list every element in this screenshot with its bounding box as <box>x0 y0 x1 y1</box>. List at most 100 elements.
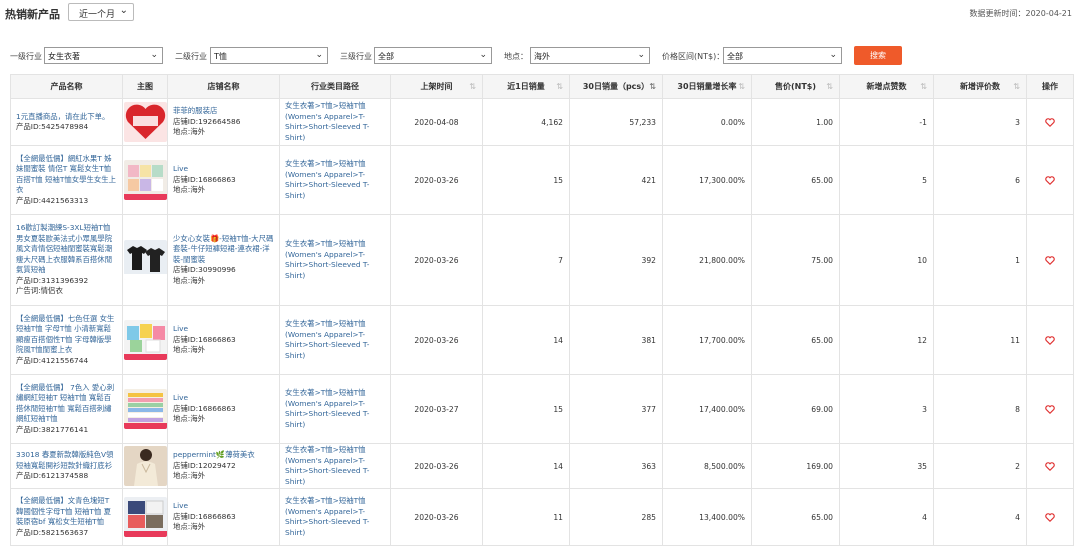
location-select[interactable]: 海外 ⌄ <box>530 47 650 64</box>
heart-icon[interactable] <box>1045 255 1055 265</box>
level3-label: 三级行业 <box>340 52 372 61</box>
sales-30d: 363 <box>641 461 657 471</box>
page-title: 热销新产品 <box>5 8 60 21</box>
period-select[interactable]: 近一个月 ⌄ <box>68 3 134 21</box>
col-header-label: 近1日销量 <box>507 82 545 91</box>
category-cell: 女生衣著>T恤>短袖T恤 (Women's Apparel>T-Shirt>Sh… <box>280 375 391 443</box>
category-path-link[interactable]: 女生衣著>T恤>短袖T恤 (Women's Apparel>T-Shirt>Sh… <box>285 388 385 430</box>
sales-growth: 21,800.00% <box>699 255 745 265</box>
category-cell: 女生衣著>T恤>短袖T恤 (Women's Apparel>T-Shirt>Sh… <box>280 306 391 374</box>
sort-icon[interactable]: ⇅ <box>738 75 745 98</box>
product-id: 产品ID:4421563313 <box>16 195 89 205</box>
col-header-growth[interactable]: 30日销量增长率 ⇅ <box>663 75 752 98</box>
product-name-link[interactable]: 【全網最低價】 7色入 愛心刺繡網紅短袖T 短袖T恤 寬鬆百搭休閒短袖T恤 寬鬆… <box>16 383 117 425</box>
sort-icon[interactable]: ⇅ <box>920 75 927 98</box>
product-name-link[interactable]: 16歡訂製潮練S-3XL短袖T恤 男女夏裝歐美法式小眾風學院風文青情侶短袖閨蜜裝… <box>16 223 117 276</box>
store-name-link[interactable]: Live <box>173 324 274 335</box>
store-name-link[interactable]: Live <box>173 393 274 404</box>
col-header-price[interactable]: 售价(NT$) ⇅ <box>752 75 840 98</box>
category-path-link[interactable]: 女生衣著>T恤>短袖T恤 (Women's Apparel>T-Shirt>Sh… <box>285 496 385 538</box>
chevron-down-icon: ⌄ <box>479 50 487 60</box>
product-thumbnail[interactable] <box>124 102 167 142</box>
table-row: 【全網最低價】文青色塊短T 韓國個性字母T恤 短袖T恤 夏裝原宿bf 寬松女生短… <box>11 489 1074 546</box>
level1-select[interactable]: 女生衣著 ⌄ <box>44 47 163 64</box>
col-header-label: 30日销量增长率 <box>677 82 737 91</box>
store-id: 店铺ID:16866863 <box>173 174 236 184</box>
filter-bar: 一级行业 女生衣著 ⌄ 二级行业 T恤 ⌄ 三级行业 全部 ⌄ 地点： 海外 ⌄… <box>0 45 1080 67</box>
thumbnail-cell <box>123 99 168 145</box>
price-cell: 75.00 <box>752 215 840 305</box>
level2-select[interactable]: T恤 ⌄ <box>210 47 328 64</box>
category-path-link[interactable]: 女生衣著>T恤>短袖T恤 (Women's Apparel>T-Shirt>Sh… <box>285 159 385 201</box>
col-header-sales-1d[interactable]: 近1日销量 ⇅ <box>483 75 570 98</box>
col-header-likes[interactable]: 新增点赞数 ⇅ <box>840 75 934 98</box>
product-name-link[interactable]: 33018 春夏新款韓版純色V領短袖寬鬆開衫短款針織打底衫 <box>16 450 117 471</box>
product-name-cell: 【全網最低價】文青色塊短T 韓國個性字母T恤 短袖T恤 夏裝原宿bf 寬松女生短… <box>11 489 123 545</box>
chevron-down-icon: ⌄ <box>637 50 645 60</box>
new-reviews: 8 <box>1015 404 1020 414</box>
sort-icon[interactable]: ⇅ <box>1013 75 1020 98</box>
sales-growth: 0.00% <box>720 117 745 127</box>
category-cell: 女生衣著>T恤>短袖T恤 (Women's Apparel>T-Shirt>Sh… <box>280 215 391 305</box>
product-name-link[interactable]: 【全網最低價】文青色塊短T 韓國個性字母T恤 短袖T恤 夏裝原宿bf 寬松女生短… <box>16 496 117 528</box>
sales-growth: 17,300.00% <box>699 175 745 185</box>
reviews-cell: 6 <box>934 146 1027 214</box>
store-name-link[interactable]: peppermint🌿薄荷美衣 <box>173 450 274 461</box>
category-path-link[interactable]: 女生衣著>T恤>短袖T恤 (Women's Apparel>T-Shirt>Sh… <box>285 319 385 361</box>
heart-icon[interactable] <box>1045 512 1055 522</box>
product-name-link[interactable]: 1元直播商品，请在此下单。 <box>16 112 117 123</box>
level1-label: 一级行业 <box>10 52 42 61</box>
action-cell <box>1027 215 1074 305</box>
sort-icon[interactable]: ⇅ <box>826 75 833 98</box>
date-cell: 2020-03-26 <box>391 444 483 488</box>
sort-icon[interactable]: ⇅ <box>469 75 476 98</box>
price-select[interactable]: 全部 ⌄ <box>723 47 842 64</box>
category-path-link[interactable]: 女生衣著>T恤>短袖T恤 (Women's Apparel>T-Shirt>Sh… <box>285 445 385 487</box>
product-name-link[interactable]: 【全網最低價】網紅水果T 姊妹閨蜜裝 情侶T 寬鬆女生T恤 百搭T恤 短袖T恤女… <box>16 154 117 196</box>
reviews-cell: 4 <box>934 489 1027 545</box>
heart-icon[interactable] <box>1045 461 1055 471</box>
action-cell <box>1027 375 1074 443</box>
price-value: 69.00 <box>811 404 833 414</box>
col-header-reviews[interactable]: 新增评价数 ⇅ <box>934 75 1027 98</box>
likes-cell: 10 <box>840 215 934 305</box>
store-name-link[interactable]: 菲菲的服装店 <box>173 106 274 117</box>
action-cell <box>1027 444 1074 488</box>
heart-icon[interactable] <box>1045 404 1055 414</box>
product-thumbnail[interactable] <box>124 240 167 280</box>
level2-value: T恤 <box>214 52 227 61</box>
growth-cell: 17,700.00% <box>663 306 752 374</box>
col-header-date[interactable]: 上架时间 ⇅ <box>391 75 483 98</box>
category-path-link[interactable]: 女生衣著>T恤>短袖T恤 (Women's Apparel>T-Shirt>Sh… <box>285 239 385 281</box>
price-value: 1.00 <box>816 117 833 127</box>
sales-30d: 285 <box>641 512 657 522</box>
product-thumbnail[interactable] <box>124 497 167 537</box>
heart-icon[interactable] <box>1045 175 1055 185</box>
level3-select[interactable]: 全部 ⌄ <box>374 47 492 64</box>
product-thumbnail[interactable] <box>124 320 167 360</box>
likes-cell: 4 <box>840 489 934 545</box>
col-header-sales-30d[interactable]: 30日销量（pcs） ⇅ <box>570 75 663 98</box>
thumbnail-cell <box>123 306 168 374</box>
sort-desc-icon[interactable]: ⇅ <box>649 75 656 98</box>
store-name-link[interactable]: Live <box>173 164 274 175</box>
store-name-link[interactable]: Live <box>173 501 274 512</box>
col-header-label: 上架时间 <box>420 82 453 91</box>
category-path-link[interactable]: 女生衣著>T恤>短袖T恤 (Women's Apparel>T-Shirt>Sh… <box>285 101 385 143</box>
sales-1d: 7 <box>558 255 563 265</box>
heart-icon[interactable] <box>1045 117 1055 127</box>
product-name-link[interactable]: 【全網最低價】七色任選 女生短袖T恤 字母T恤 小清新寬鬆顯瘦百搭個性T恤 字母… <box>16 314 117 356</box>
product-thumbnail[interactable] <box>124 389 167 429</box>
likes-cell: 5 <box>840 146 934 214</box>
search-button[interactable]: 搜索 <box>854 46 902 65</box>
heart-icon[interactable] <box>1045 335 1055 345</box>
sort-icon[interactable]: ⇅ <box>556 75 563 98</box>
sales-1d-cell: 15 <box>483 375 570 443</box>
product-thumbnail[interactable] <box>124 446 167 486</box>
store-cell: Live 店铺ID:16866863 地点:海外 <box>168 146 280 214</box>
product-thumbnail[interactable] <box>124 160 167 200</box>
store-name-link[interactable]: 少女心女裝🎁-短袖T恤-大尺碼套裝-牛仔短褲短裙-連衣裙-洋裝-閨蜜裝 <box>173 234 274 266</box>
product-name-cell: 【全網最低價】七色任選 女生短袖T恤 字母T恤 小清新寬鬆顯瘦百搭個性T恤 字母… <box>11 306 123 374</box>
new-likes: 10 <box>917 255 927 265</box>
growth-cell: 8,500.00% <box>663 444 752 488</box>
